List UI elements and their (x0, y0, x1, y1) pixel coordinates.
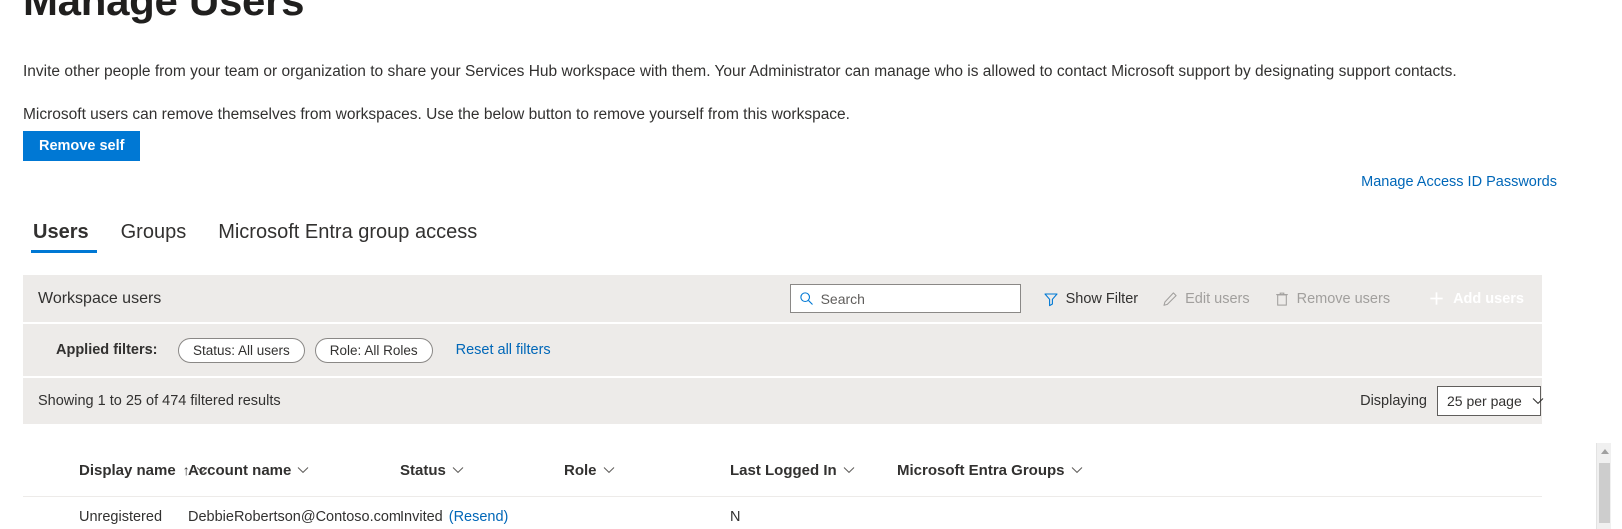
reset-all-filters-link[interactable]: Reset all filters (456, 342, 551, 358)
column-header-role[interactable]: Role (564, 462, 730, 479)
scroll-up-button[interactable] (1597, 443, 1612, 459)
users-table: Display name ↑ Account name Status Role (23, 444, 1542, 529)
toolbar-actions: Show Filter Edit users (789, 283, 1542, 315)
tab-bar: Users Groups Microsoft Entra group acces… (23, 222, 493, 253)
show-filter-button[interactable]: Show Filter (1031, 283, 1151, 315)
applied-filters-band: Applied filters: Status: All users Role:… (23, 322, 1542, 376)
tab-groups[interactable]: Groups (105, 222, 203, 253)
show-filter-label: Show Filter (1065, 290, 1139, 307)
chevron-down-icon[interactable] (843, 466, 855, 474)
column-header-last-logged-in[interactable]: Last Logged In (730, 462, 897, 479)
filter-pill-row: Status: All users Role: All Roles Reset … (178, 337, 551, 363)
trash-icon (1274, 291, 1290, 307)
search-input[interactable] (820, 290, 1012, 307)
column-header-role-label: Role (564, 461, 597, 479)
cell-status: Invited (Resend) (400, 509, 564, 525)
workspace-users-title: Workspace users (38, 289, 162, 307)
page-size-area: Displaying 25 per page (1360, 386, 1544, 416)
chevron-down-icon[interactable] (603, 466, 615, 474)
add-users-label: Add users (1453, 290, 1524, 307)
page-size-value: 25 per page (1447, 393, 1522, 409)
intro-paragraph-2: Microsoft users can remove themselves fr… (23, 106, 850, 123)
remove-self-button[interactable]: Remove self (23, 131, 141, 161)
resend-invite-link[interactable]: (Resend) (449, 509, 509, 525)
table-row[interactable]: Unregistered DebbieRobertson@Contoso.com… (23, 497, 1542, 529)
cell-display-name: Unregistered (79, 509, 163, 525)
plus-icon (1428, 290, 1445, 307)
manage-access-id-passwords-link[interactable]: Manage Access ID Passwords (1361, 174, 1557, 190)
column-header-display-name-label: Display name (79, 461, 176, 479)
column-header-account-name-label: Account name (188, 461, 292, 479)
chevron-down-icon (1532, 397, 1544, 405)
search-box[interactable] (789, 284, 1021, 313)
page-size-select[interactable]: 25 per page (1437, 386, 1544, 416)
column-header-status-label: Status (400, 461, 446, 479)
add-users-button[interactable]: Add users (1414, 283, 1542, 315)
search-icon (799, 291, 814, 306)
column-header-last-logged-in-label: Last Logged In (730, 461, 837, 479)
remove-users-label: Remove users (1296, 290, 1391, 307)
caret-up-icon (1600, 448, 1609, 454)
column-header-microsoft-entra-groups[interactable]: Microsoft Entra Groups (897, 462, 1157, 479)
filter-pill-role[interactable]: Role: All Roles (314, 337, 433, 363)
filter-pill-status[interactable]: Status: All users (178, 337, 305, 363)
chevron-down-icon[interactable] (1071, 466, 1083, 474)
cell-last-logged-in: N (730, 509, 741, 525)
scrollbar-thumb[interactable] (1599, 463, 1610, 523)
table-scrollbar[interactable] (1596, 443, 1611, 529)
chevron-down-icon[interactable] (452, 466, 464, 474)
paging-band: Showing 1 to 25 of 474 filtered results … (23, 376, 1544, 424)
edit-users-button[interactable]: Edit users (1150, 283, 1261, 315)
filter-funnel-icon (1043, 291, 1059, 307)
status-badge: Invited (400, 509, 443, 525)
page-title: Manage Users (23, 0, 305, 24)
column-header-status[interactable]: Status (400, 462, 564, 479)
table-header-row: Display name ↑ Account name Status Role (23, 444, 1542, 497)
column-header-account-name[interactable]: Account name (188, 462, 400, 479)
cell-account-name: DebbieRobertson@Contoso.com (188, 509, 400, 525)
remove-users-button[interactable]: Remove users (1262, 283, 1402, 315)
applied-filters-label: Applied filters: (56, 342, 158, 358)
tab-microsoft-entra-group-access[interactable]: Microsoft Entra group access (202, 222, 493, 253)
workspace-users-panel: Workspace users Search Show Filter Edit … (23, 275, 1544, 424)
toolbar-band: Workspace users Search Show Filter Edit … (23, 275, 1542, 322)
column-header-microsoft-entra-groups-label: Microsoft Entra Groups (897, 461, 1065, 479)
intro-paragraph-1: Invite other people from your team or or… (23, 63, 1457, 80)
column-header-display-name[interactable]: Display name ↑ (23, 461, 208, 479)
displaying-label: Displaying (1360, 393, 1427, 409)
pencil-icon (1162, 291, 1178, 307)
manage-users-page: Manage Users Invite other people from yo… (0, 0, 1622, 529)
results-count-text: Showing 1 to 25 of 474 filtered results (38, 393, 281, 409)
edit-users-label: Edit users (1185, 290, 1250, 307)
tab-users[interactable]: Users (23, 222, 105, 253)
chevron-down-icon[interactable] (297, 466, 309, 474)
